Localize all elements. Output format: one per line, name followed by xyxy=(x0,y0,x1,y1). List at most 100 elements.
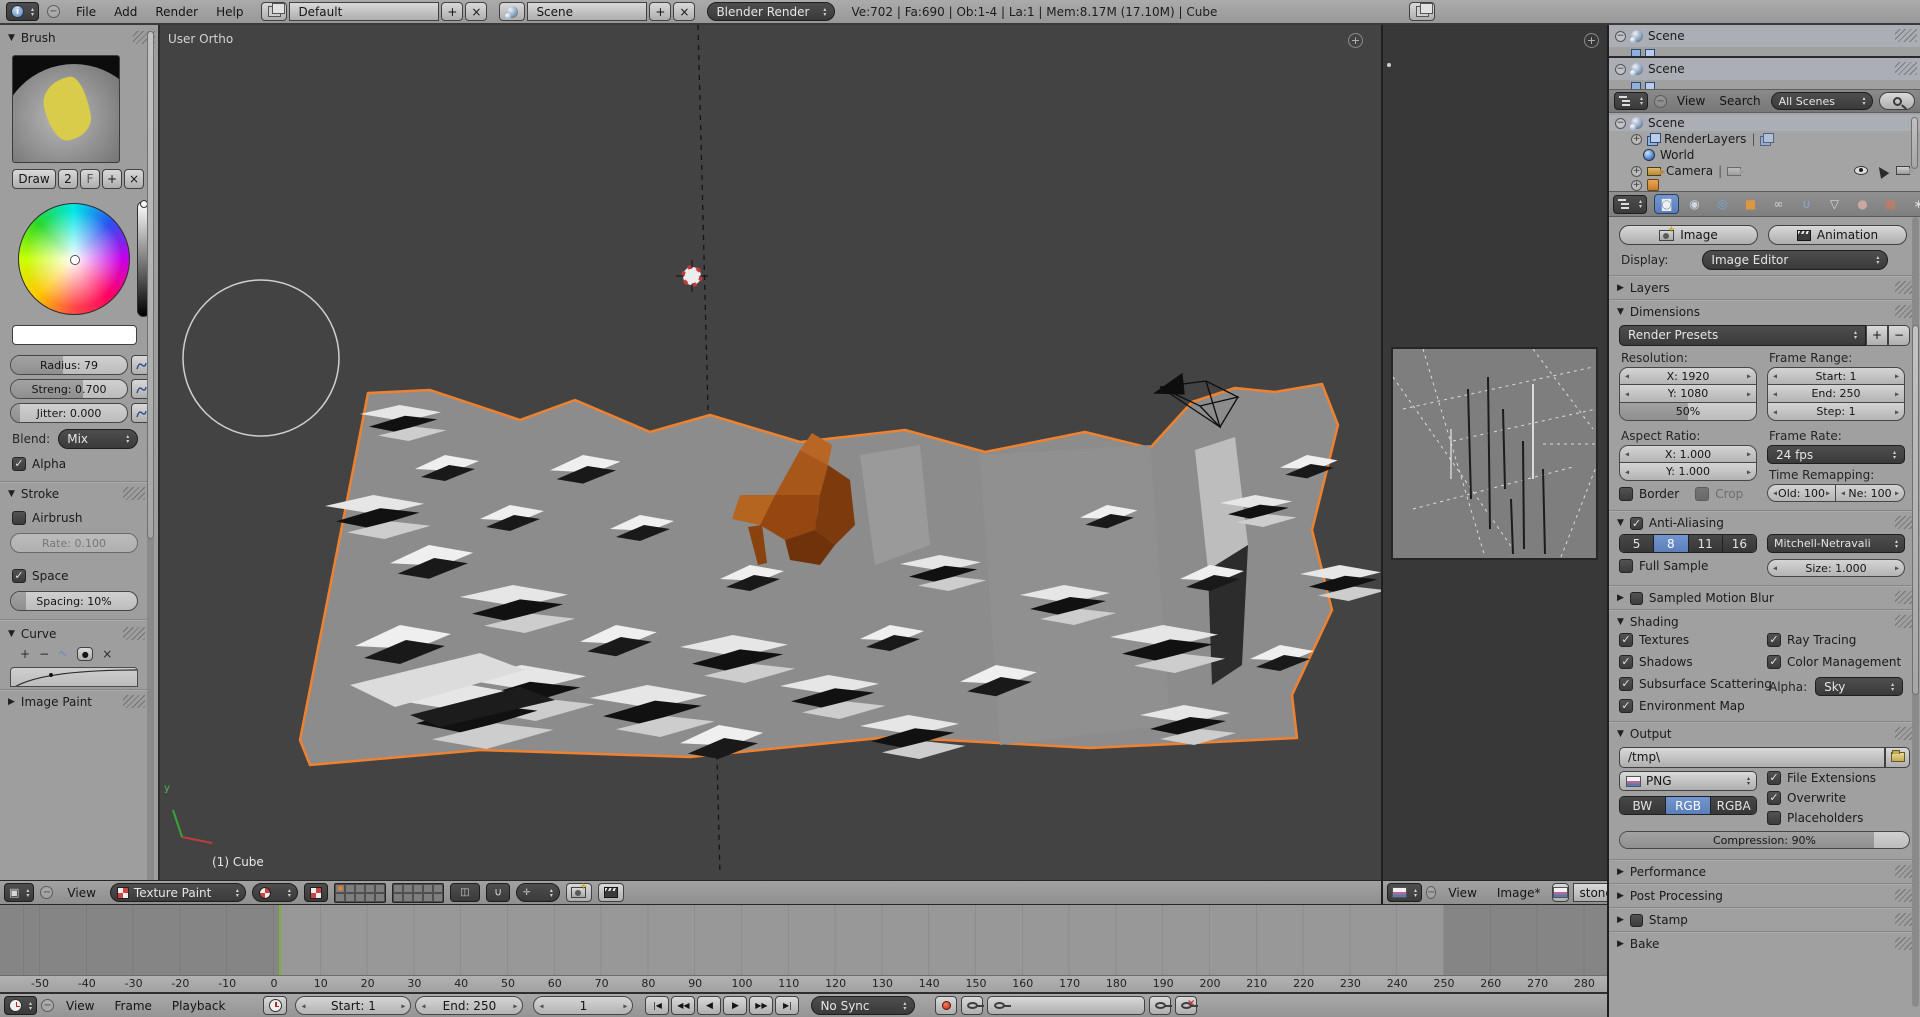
tab-texture[interactable]: ▦ xyxy=(1878,194,1903,214)
aa-size-field[interactable]: ◂ Size: 1.000 ▸ xyxy=(1767,559,1905,577)
render-animation-button[interactable]: Animation xyxy=(1768,225,1907,245)
aspect-y-field[interactable]: ◂ Y: 1.000 ▸ xyxy=(1619,463,1757,481)
collapse-menus-icon[interactable]: − xyxy=(40,886,54,899)
current-frame-field[interactable]: ◂ 1 ▸ xyxy=(533,996,634,1015)
frame-rate-select[interactable]: 24 fps ▴ ▾ xyxy=(1767,445,1905,464)
editor-type-button-3d-view[interactable]: ▣ ▴ ▾ xyxy=(4,883,35,902)
timeline-ruler[interactable]: -50 -40 -30 -20 -10 0 10 20 30 40 50 60 70 80 90 100 110… xyxy=(0,975,1607,992)
stamp-checkbox[interactable]: ✓ xyxy=(1629,913,1643,927)
aa-samples-16[interactable]: 16 xyxy=(1722,535,1756,552)
insert-keyframes-button[interactable] xyxy=(1149,996,1172,1015)
output-path-field[interactable]: /tmp\ xyxy=(1619,746,1885,768)
view-menu[interactable]: View xyxy=(1440,886,1484,900)
overwrite-checkbox[interactable]: ✓ xyxy=(1767,791,1781,805)
frame-menu[interactable]: Frame xyxy=(107,999,160,1013)
image-paint-panel-header[interactable]: ▶ Image Paint xyxy=(0,691,148,713)
outliner-item-renderlayers[interactable]: + RenderLayers | xyxy=(1609,131,1920,147)
resolution-x-field[interactable]: ◂ X: 1920 ▸ xyxy=(1619,367,1757,385)
view-menu[interactable]: View xyxy=(58,999,102,1013)
render-presets-select[interactable]: Render Presets ▴ ▾ xyxy=(1619,324,1866,346)
tab-object[interactable]: ■ xyxy=(1738,194,1763,214)
curve-add-icon[interactable]: + xyxy=(20,647,30,661)
airbrush-checkbox[interactable]: ✓ xyxy=(12,511,26,525)
tab-modifiers[interactable]: ∪ xyxy=(1794,194,1819,214)
remap-old-field[interactable]: ◂ Old: 100 ▸ xyxy=(1767,484,1836,502)
outliner-item-clipped[interactable]: + xyxy=(1609,179,1920,191)
brush-name-button[interactable]: Draw xyxy=(12,169,56,189)
envmap-checkbox[interactable]: ✓ xyxy=(1619,699,1633,713)
shadows-checkbox[interactable]: ✓ xyxy=(1619,655,1633,669)
resolution-percentage-slider[interactable]: 50% xyxy=(1619,403,1757,421)
use-preview-range-button[interactable] xyxy=(263,996,288,1015)
brush-users-count-button[interactable]: 2 xyxy=(58,169,78,189)
remove-preset-button[interactable]: − xyxy=(1888,324,1910,346)
search-field[interactable] xyxy=(1879,92,1916,110)
aa-filter-select[interactable]: Mitchell-Netravali ▴ ▾ xyxy=(1767,534,1905,553)
menu-render[interactable]: Render xyxy=(147,5,206,19)
color-mode-rgba[interactable]: RGBA xyxy=(1711,797,1756,814)
window-duplicate-button[interactable] xyxy=(1409,2,1436,21)
collapse-menus-icon[interactable]: − xyxy=(1426,886,1437,899)
unlink-brush-button[interactable]: × xyxy=(124,169,144,189)
current-frame-indicator[interactable] xyxy=(279,905,281,975)
crop-checkbox[interactable]: ✓ xyxy=(1695,487,1710,501)
space-checkbox[interactable]: ✓ xyxy=(12,569,26,583)
raytracing-checkbox[interactable]: ✓ xyxy=(1767,633,1781,647)
remap-new-field[interactable]: ◂ Ne: 100 ▸ xyxy=(1836,484,1905,502)
frame-start-field[interactable]: ◂ Start: 1 ▸ xyxy=(1767,367,1905,385)
curve-delete-icon[interactable]: × xyxy=(102,647,112,661)
collapse-icon[interactable]: − xyxy=(1615,63,1626,75)
bake-panel-header[interactable]: ▶ Bake xyxy=(1609,933,1920,955)
uv-image-editor[interactable]: + xyxy=(1381,25,1607,880)
prev-keyframe-button[interactable]: ◀◀ xyxy=(671,996,696,1015)
output-panel-header[interactable]: ▼ Output xyxy=(1609,723,1920,745)
image-name-field[interactable]: stone.p xyxy=(1573,883,1607,902)
file-format-select[interactable]: PNG ▴ ▾ xyxy=(1619,771,1757,791)
viewport-shading-select[interactable]: ▴ ▾ xyxy=(251,883,298,902)
color-mode-bw[interactable]: BW xyxy=(1620,797,1666,814)
render-engine-select[interactable]: Blender Render ▴ ▾ xyxy=(707,2,836,21)
color-mgmt-checkbox[interactable]: ✓ xyxy=(1767,655,1781,669)
add-layout-button[interactable]: + xyxy=(441,2,464,21)
shading-panel-header[interactable]: ▼ Shading xyxy=(1609,611,1920,633)
play-reverse-button[interactable]: ◀ xyxy=(697,996,722,1015)
fake-user-button[interactable]: F xyxy=(80,169,100,189)
expand-icon[interactable]: + xyxy=(1631,179,1642,191)
timeline-editor[interactable]: -50 -40 -30 -20 -10 0 10 20 30 40 50 60 70 80 90 100 110… xyxy=(0,905,1607,992)
next-keyframe-button[interactable]: ▶▶ xyxy=(749,996,774,1015)
tab-constraints[interactable]: ∞ xyxy=(1766,194,1791,214)
display-select[interactable]: Image Editor ▴ ▾ xyxy=(1702,250,1889,270)
delete-scene-button[interactable]: × xyxy=(673,2,696,21)
collapse-icon[interactable]: − xyxy=(1615,117,1626,129)
pivot-point-button[interactable] xyxy=(303,883,328,902)
aa-samples-8[interactable]: 8 xyxy=(1654,535,1689,552)
scene-field[interactable]: Scene xyxy=(527,2,648,21)
active-color-swatch[interactable] xyxy=(12,325,137,345)
selectability-cursor-icon[interactable] xyxy=(1874,163,1890,179)
editor-type-button-info[interactable]: i ▴ ▾ xyxy=(6,2,40,21)
start-frame-field[interactable]: ◂ Start: 1 ▸ xyxy=(295,996,412,1015)
placeholders-checkbox[interactable]: ✓ xyxy=(1767,811,1781,825)
wrench-icon[interactable]: ⌐ xyxy=(55,645,72,662)
outliner-collapsed-row-2[interactable]: − Scene xyxy=(1609,58,1920,80)
antialiasing-checkbox[interactable]: ✓ xyxy=(1629,516,1643,530)
blend-mode-select[interactable]: Mix ▴ ▾ xyxy=(58,429,139,449)
frame-step-field[interactable]: ◂ Step: 1 ▸ xyxy=(1767,403,1905,421)
strength-slider[interactable]: Streng: 0.700 xyxy=(10,379,128,399)
rate-slider[interactable]: Rate: 0.100 xyxy=(10,533,138,553)
brush-panel-header[interactable]: ▼ Brush xyxy=(0,27,158,49)
view-menu[interactable]: View xyxy=(1673,94,1709,108)
brush-preview[interactable] xyxy=(12,55,120,163)
jump-to-start-button[interactable]: |◀ xyxy=(645,996,670,1015)
search-menu[interactable]: Search xyxy=(1715,94,1764,108)
3d-viewport[interactable]: User Ortho y (1) Cube + xyxy=(160,25,1381,880)
delete-layout-button[interactable]: × xyxy=(465,2,488,21)
outliner-item-scene[interactable]: − Scene xyxy=(1609,115,1920,131)
renderability-camera-icon[interactable] xyxy=(1896,165,1914,175)
color-mode-rgb[interactable]: RGB xyxy=(1665,797,1712,814)
tab-particles[interactable]: ∗ xyxy=(1906,194,1920,214)
add-brush-button[interactable]: + xyxy=(102,169,122,189)
screen-layout-icon-button[interactable] xyxy=(261,2,288,21)
textures-checkbox[interactable]: ✓ xyxy=(1619,633,1633,647)
outliner-collapsed-row-1[interactable]: − Scene xyxy=(1609,25,1920,47)
